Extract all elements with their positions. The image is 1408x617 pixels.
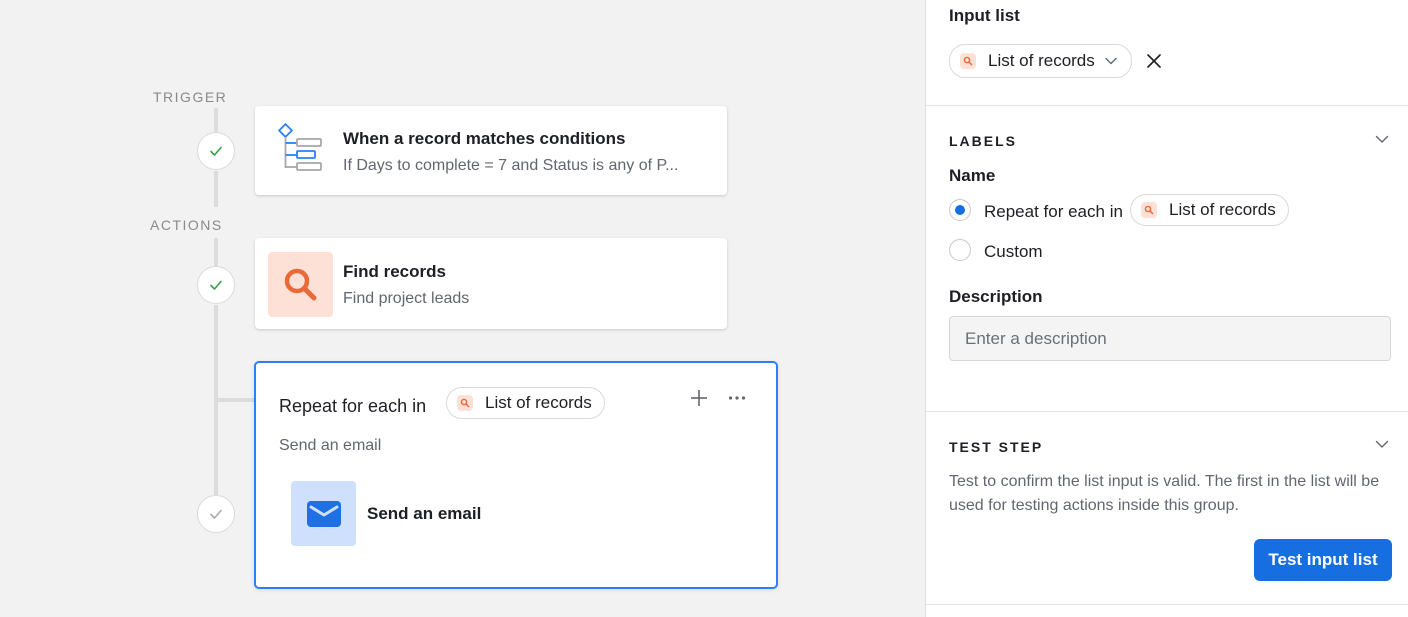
repeat-list-pill[interactable]: List of records xyxy=(446,387,605,419)
test-step-section-heading[interactable]: TEST STEP xyxy=(949,439,1043,455)
panel-divider xyxy=(926,105,1408,106)
config-panel: Input list List of records LABELS Name R… xyxy=(925,0,1408,617)
panel-divider xyxy=(926,411,1408,412)
search-icon xyxy=(960,53,976,69)
check-icon xyxy=(210,280,222,290)
name-option-custom-radio[interactable] xyxy=(949,239,971,261)
input-list-heading: Input list xyxy=(949,6,1020,25)
repeat-group-card[interactable]: Repeat for each in List of records Send … xyxy=(254,361,778,589)
find-records-icon-tile xyxy=(268,252,333,317)
description-heading: Description xyxy=(949,287,1043,306)
send-email-step[interactable]: Send an email xyxy=(291,481,591,546)
find-status-check xyxy=(197,266,235,304)
labels-section-heading[interactable]: LABELS xyxy=(949,133,1017,149)
connector-branch-line xyxy=(214,398,256,402)
test-step-help-text: Test to confirm the list input is valid.… xyxy=(949,473,1380,514)
name-option-repeat-label[interactable]: Repeat for each in xyxy=(984,202,1123,222)
trigger-status-check xyxy=(197,132,235,170)
repeat-group-subtitle: Send an email xyxy=(279,437,382,454)
panel-divider xyxy=(926,604,1408,605)
send-email-label: Send an email xyxy=(367,504,482,523)
trigger-card-subtitle: If Days to complete = 7 and Status is an… xyxy=(343,157,679,174)
automation-canvas: TRIGGER ACTIONS When a record matches co… xyxy=(0,0,925,617)
plus-icon[interactable] xyxy=(690,389,708,407)
send-email-icon-tile xyxy=(291,481,356,546)
test-input-list-button[interactable]: Test input list xyxy=(1254,539,1392,581)
find-records-subtitle: Find project leads xyxy=(343,290,470,307)
chevron-down-icon xyxy=(1105,57,1117,65)
check-icon xyxy=(210,509,222,519)
repeat-group-title: Repeat for each in xyxy=(279,396,427,416)
conditions-tree-icon xyxy=(277,122,322,171)
name-option-list-pill-label: List of records xyxy=(1169,200,1276,219)
description-input[interactable] xyxy=(949,316,1391,361)
trigger-section-label: TRIGGER xyxy=(153,89,228,105)
repeat-status-check xyxy=(197,495,235,533)
name-option-custom-label[interactable]: Custom xyxy=(984,242,1043,262)
search-icon xyxy=(1141,202,1157,218)
trigger-card[interactable]: When a record matches conditions If Days… xyxy=(255,106,727,195)
name-option-repeat-radio[interactable] xyxy=(949,199,971,221)
name-heading: Name xyxy=(949,166,996,185)
envelope-icon xyxy=(306,500,341,527)
chevron-down-icon[interactable] xyxy=(1375,437,1389,451)
chevron-down-icon[interactable] xyxy=(1375,132,1389,146)
connector-line xyxy=(214,171,218,207)
clear-input-list-icon[interactable] xyxy=(1147,54,1161,68)
search-icon xyxy=(284,268,316,300)
connector-line xyxy=(214,238,218,266)
connector-line xyxy=(214,108,218,132)
find-records-title: Find records xyxy=(343,262,446,281)
repeat-list-pill-label: List of records xyxy=(485,393,592,412)
input-list-selected-label: List of records xyxy=(988,51,1095,70)
trigger-card-title: When a record matches conditions xyxy=(343,129,626,148)
more-icon[interactable] xyxy=(728,395,746,401)
name-option-list-pill: List of records xyxy=(1130,194,1289,226)
find-records-card[interactable]: Find records Find project leads xyxy=(255,238,727,329)
actions-section-label: ACTIONS xyxy=(150,217,223,233)
search-icon xyxy=(457,395,473,411)
input-list-select[interactable]: List of records xyxy=(949,44,1132,78)
check-icon xyxy=(210,146,222,156)
